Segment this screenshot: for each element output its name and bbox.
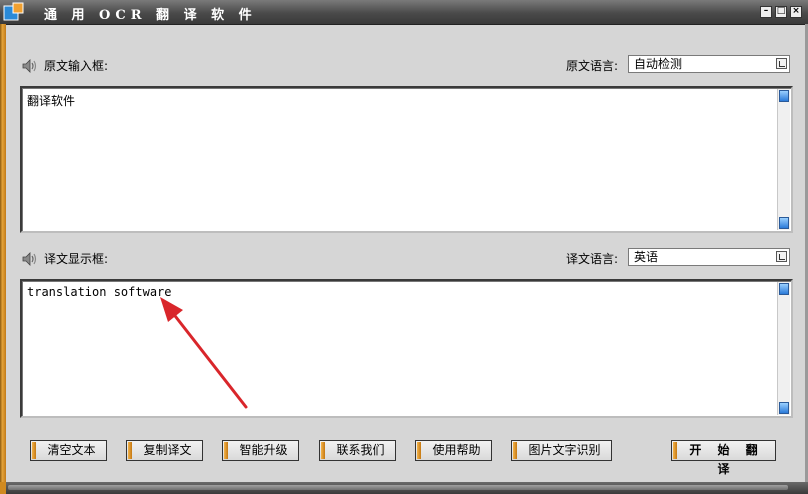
target-language-select[interactable]: 英语 — [628, 248, 790, 266]
speaker-icon — [22, 58, 37, 73]
app-logo-icon — [3, 2, 24, 21]
target-language-label: 译文语言: — [566, 252, 619, 266]
left-rail — [0, 24, 6, 482]
contact-us-button[interactable]: 联系我们 — [319, 440, 396, 461]
source-section-label: 原文输入框: — [22, 57, 108, 74]
target-text-area[interactable]: translation software — [20, 279, 793, 418]
source-scrollbar[interactable] — [777, 89, 790, 230]
source-language-select[interactable]: 自动检测 — [628, 55, 790, 73]
maximize-button[interactable]: □ — [775, 6, 787, 18]
target-section-label: 译文显示框: — [22, 250, 108, 267]
speaker-icon — [22, 251, 37, 266]
scroll-up-icon[interactable] — [779, 283, 789, 295]
source-label-text: 原文输入框: — [44, 59, 109, 73]
target-label-text: 译文显示框: — [44, 252, 109, 266]
clear-text-button[interactable]: 清空文本 — [30, 440, 107, 461]
start-translate-button[interactable]: 开 始 翻 译 — [671, 440, 776, 476]
source-text-area[interactable]: 翻译软件 — [20, 86, 793, 233]
dropdown-icon[interactable] — [776, 58, 787, 69]
window-controls: – □ × — [760, 6, 802, 18]
target-text: translation software — [27, 285, 172, 299]
close-button[interactable]: × — [790, 6, 802, 18]
copy-translation-button[interactable]: 复制译文 — [126, 440, 203, 461]
image-ocr-button[interactable]: 图片文字识别 — [511, 440, 612, 461]
smart-upgrade-button[interactable]: 智能升级 — [222, 440, 299, 461]
help-button[interactable]: 使用帮助 — [415, 440, 492, 461]
app-window: 通 用 OCR 翻 译 软 件 – □ × 原文输入框: 原文语言: 自动检测 … — [0, 0, 808, 494]
source-text: 翻译软件 — [27, 94, 76, 108]
source-language-label: 原文语言: — [566, 59, 619, 73]
target-language-value: 英语 — [634, 250, 659, 264]
status-bar — [0, 482, 808, 494]
window-title: 通 用 OCR 翻 译 软 件 — [44, 8, 257, 23]
minimize-button[interactable]: – — [760, 6, 772, 18]
scroll-down-icon[interactable] — [779, 402, 789, 414]
scroll-down-icon[interactable] — [779, 217, 789, 229]
target-scrollbar[interactable] — [777, 282, 790, 415]
scroll-up-icon[interactable] — [779, 90, 789, 102]
source-language-value: 自动检测 — [634, 57, 683, 71]
dropdown-icon[interactable] — [776, 251, 787, 262]
annotation-arrow — [160, 297, 248, 409]
title-bar[interactable]: 通 用 OCR 翻 译 软 件 – □ × — [0, 0, 808, 25]
